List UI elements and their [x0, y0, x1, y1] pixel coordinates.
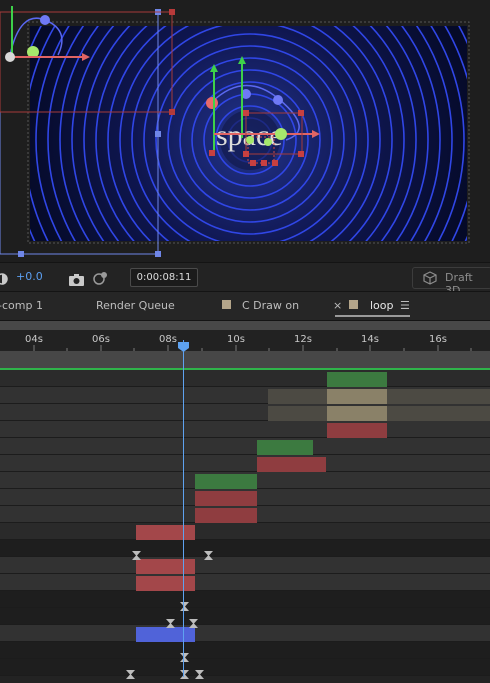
keyframe-icon[interactable]	[126, 664, 135, 679]
keyframe-icon[interactable]	[180, 596, 189, 611]
layer-bar-green[interactable]	[257, 440, 313, 455]
track-row[interactable]	[0, 591, 490, 608]
tab-comp-1[interactable]: -comp 1	[0, 299, 43, 312]
tab-c-draw-on[interactable]: C Draw on	[242, 299, 299, 312]
panel-tab-bar: -comp 1 Render Queue C Draw on × loop ☰	[0, 291, 490, 321]
exposure-reset-icon[interactable]	[0, 270, 8, 285]
composition-canvas[interactable]: space	[0, 0, 490, 262]
composition-viewer[interactable]: space	[0, 0, 490, 262]
draft-3d-icon	[423, 271, 437, 285]
track-row[interactable]	[0, 557, 490, 574]
keyframe-icon[interactable]	[166, 613, 175, 628]
ruler-ticks	[33, 345, 472, 351]
ruler-tick-label: 04s	[25, 334, 43, 345]
keyframe-icon[interactable]	[180, 647, 189, 662]
label-color-swatch	[222, 300, 231, 309]
ruler-tick-label: 10s	[227, 334, 245, 345]
track-row[interactable]	[0, 540, 490, 557]
layer-bar-blue[interactable]	[136, 627, 195, 642]
current-time-display[interactable]: 0:00:08:11	[130, 268, 198, 287]
layer-bar-red[interactable]	[136, 576, 195, 591]
exposure-value[interactable]: +0.0	[16, 270, 43, 283]
layer-bar-tan[interactable]	[327, 389, 387, 404]
tab-render-queue[interactable]: Render Queue	[96, 299, 175, 312]
panel-menu-icon[interactable]: ☰	[400, 299, 410, 312]
tab-loop[interactable]: loop	[370, 299, 394, 312]
keyframe-icon[interactable]	[180, 664, 189, 679]
show-snapshot-icon[interactable]	[93, 270, 109, 285]
ruler-tick-label: 08s	[159, 334, 177, 345]
work-area-bar[interactable]	[0, 351, 490, 368]
ruler-tick-label: 16s	[429, 334, 447, 345]
track-row[interactable]	[0, 421, 490, 438]
layer-bar-red[interactable]	[257, 457, 326, 472]
layer-bar-red[interactable]	[195, 508, 257, 523]
layer-bar-tan[interactable]	[327, 406, 387, 421]
layer-bar-green[interactable]	[195, 474, 257, 489]
track-row[interactable]	[0, 438, 490, 455]
track-row[interactable]	[0, 625, 490, 642]
viewer-toolbar: +0.0 0:00:08:11 Draft 3D	[0, 262, 490, 297]
label-color-swatch-active	[349, 300, 358, 309]
timeline-navigator[interactable]	[0, 321, 490, 330]
layer-bar-red[interactable]	[195, 491, 257, 506]
playhead-line[interactable]	[183, 340, 184, 677]
ruler-tick-label: 06s	[92, 334, 110, 345]
ruler-tick-label: 14s	[361, 334, 379, 345]
track-row[interactable]	[0, 455, 490, 472]
ruler-tick-label: 12s	[294, 334, 312, 345]
track-row[interactable]	[0, 574, 490, 591]
layer-bar-red[interactable]	[136, 559, 195, 574]
track-row[interactable]	[0, 370, 490, 387]
layer-bar-green[interactable]	[327, 372, 387, 387]
timeline-tracks	[0, 370, 490, 679]
track-row[interactable]	[0, 659, 490, 676]
draft-3d-button[interactable]: Draft 3D	[412, 267, 490, 297]
active-tab-underline	[335, 315, 410, 317]
playhead-handle[interactable]	[178, 337, 189, 352]
camera-snapshot-icon[interactable]	[69, 271, 84, 286]
keyframe-icon[interactable]	[132, 545, 141, 560]
track-row[interactable]	[0, 523, 490, 540]
keyframe-icon[interactable]	[195, 664, 204, 679]
layer-bar-red[interactable]	[327, 423, 387, 438]
track-row[interactable]	[0, 642, 490, 659]
keyframe-icon[interactable]	[189, 613, 198, 628]
close-tab-icon[interactable]: ×	[333, 299, 342, 312]
keyframe-icon[interactable]	[204, 545, 213, 560]
layer-bar-red[interactable]	[136, 525, 195, 540]
logo-text: space	[216, 119, 283, 152]
track-row[interactable]	[0, 608, 490, 625]
